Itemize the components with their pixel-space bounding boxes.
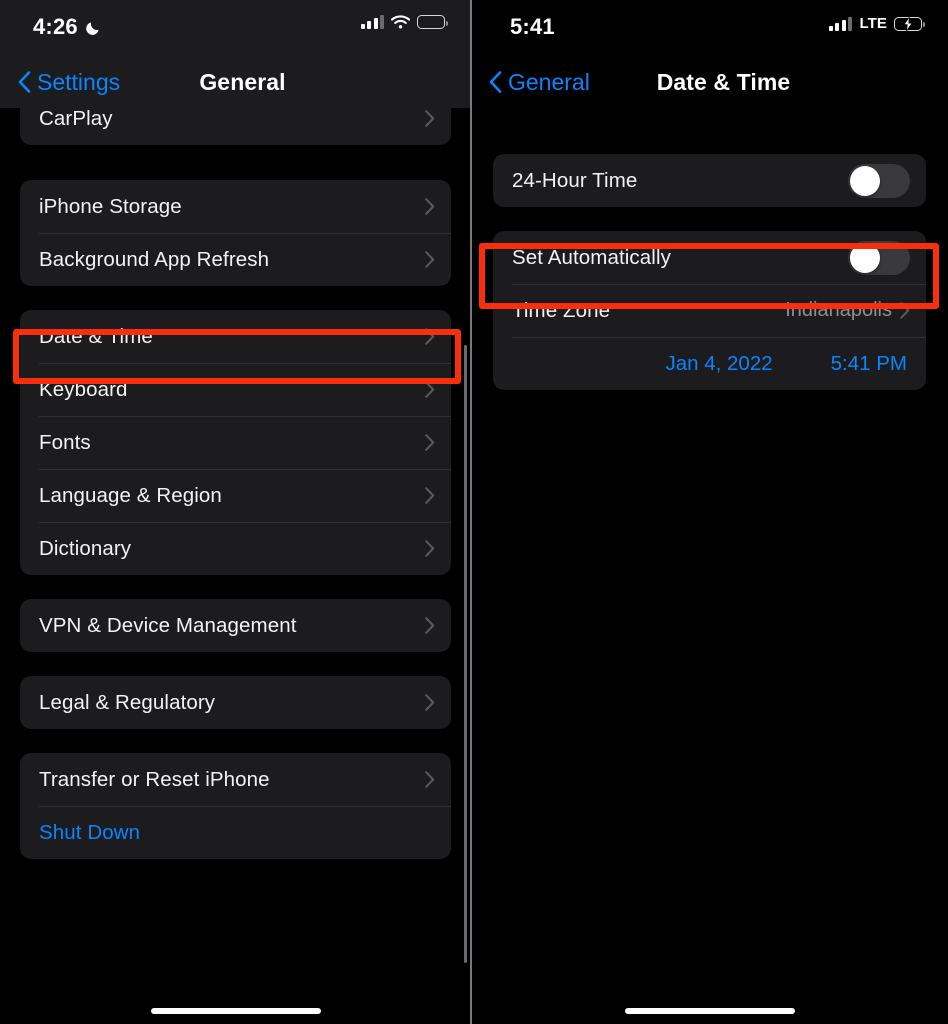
chevron-left-icon: [18, 71, 31, 93]
chevron-right-icon: [425, 540, 435, 557]
dual-phone-screenshot: CarPlay iPhone Storage Background App Re…: [0, 0, 948, 1024]
row-label: Keyboard: [39, 377, 128, 401]
left-phone-screen: CarPlay iPhone Storage Background App Re…: [0, 0, 471, 1024]
chevron-left-icon: [489, 71, 502, 93]
row-label: Language & Region: [39, 483, 222, 507]
toggle-knob: [850, 165, 880, 196]
row-label: 24-Hour Time: [512, 168, 638, 192]
chevron-right-icon: [425, 694, 435, 711]
status-bar-indicators: [360, 15, 448, 29]
chevron-right-icon: [425, 617, 435, 634]
row-label: VPN & Device Management: [39, 613, 297, 637]
row-language-and-region[interactable]: Language & Region: [20, 469, 451, 522]
settings-card-legal: Legal & Regulatory: [20, 676, 451, 729]
battery-low-power-icon: [417, 15, 448, 29]
cellular-signal-icon: [828, 16, 853, 31]
status-bar-time-group: 4:26: [33, 14, 102, 40]
settings-card-24hour: 24-Hour Time: [493, 154, 926, 207]
panel-divider: [470, 0, 472, 1024]
moon-icon: [85, 19, 102, 36]
back-button-label: General: [508, 68, 590, 95]
vertical-scrollbar[interactable]: [463, 345, 467, 963]
settings-card-vpn: VPN & Device Management: [20, 599, 451, 652]
lightning-bolt-icon: [903, 16, 913, 31]
chevron-right-icon: [425, 110, 435, 127]
right-phone-screen: 5:41 LTE General Date & Time 24-Hour Tim…: [471, 0, 948, 1024]
row-keyboard[interactable]: Keyboard: [20, 363, 451, 416]
left-scroll-content[interactable]: CarPlay iPhone Storage Background App Re…: [0, 0, 471, 1024]
row-legal-regulatory[interactable]: Legal & Regulatory: [20, 676, 451, 729]
home-indicator: [150, 1008, 321, 1014]
row-label: Set Automatically: [512, 245, 671, 269]
back-button-general[interactable]: General: [489, 69, 590, 96]
chevron-right-icon: [900, 302, 910, 319]
status-bar-time-group: 5:41: [510, 14, 555, 40]
row-label: Shut Down: [39, 820, 141, 844]
row-time-zone[interactable]: Time Zone Indianapolis: [493, 284, 926, 337]
row-label: CarPlay: [39, 106, 113, 130]
row-set-automatically[interactable]: Set Automatically: [493, 231, 926, 284]
battery-charging-icon: [894, 16, 925, 31]
status-bar-time: 5:41: [510, 14, 555, 39]
left-nav-bar: Settings General: [0, 56, 471, 108]
row-label: Time Zone: [512, 298, 611, 322]
settings-card-localization: Date & Time Keyboard Fonts Language & Re…: [20, 310, 451, 575]
chevron-right-icon: [425, 328, 435, 345]
row-label: Date & Time: [39, 324, 153, 348]
chevron-right-icon: [425, 771, 435, 788]
time-zone-value: Indianapolis: [785, 299, 892, 321]
chevron-right-icon: [425, 381, 435, 398]
row-dictionary[interactable]: Dictionary: [20, 522, 451, 575]
cellular-signal-icon: [360, 15, 384, 29]
right-nav-bar: General Date & Time: [471, 56, 948, 108]
row-date-time-picker[interactable]: Jan 4, 2022 5:41 PM: [493, 337, 926, 390]
chevron-right-icon: [425, 198, 435, 215]
settings-card-storage: iPhone Storage Background App Refresh: [20, 180, 451, 286]
row-24-hour-time[interactable]: 24-Hour Time: [493, 154, 926, 207]
row-label: Dictionary: [39, 536, 132, 560]
row-background-app-refresh[interactable]: Background App Refresh: [20, 233, 451, 286]
wifi-icon: [391, 15, 410, 29]
row-shut-down[interactable]: Shut Down: [20, 806, 451, 859]
row-date-and-time[interactable]: Date & Time: [20, 310, 451, 363]
time-value-button[interactable]: 5:41 PM: [831, 352, 907, 376]
row-iphone-storage[interactable]: iPhone Storage: [20, 180, 451, 233]
chevron-right-icon: [425, 434, 435, 451]
date-value-button[interactable]: Jan 4, 2022: [665, 352, 772, 376]
settings-card-auto-time: Set Automatically Time Zone Indianapolis…: [493, 231, 926, 390]
row-fonts[interactable]: Fonts: [20, 416, 451, 469]
toggle-set-automatically[interactable]: [848, 240, 910, 275]
chevron-right-icon: [425, 487, 435, 504]
row-transfer-or-reset-iphone[interactable]: Transfer or Reset iPhone: [20, 753, 451, 806]
status-bar-indicators: LTE: [828, 15, 925, 32]
row-label: Transfer or Reset iPhone: [39, 767, 270, 791]
settings-card-reset: Transfer or Reset iPhone Shut Down: [20, 753, 451, 859]
toggle-24-hour-time[interactable]: [848, 163, 910, 198]
right-status-bar: 5:41 LTE: [471, 0, 948, 56]
back-button-label: Settings: [37, 68, 121, 95]
chevron-right-icon: [425, 251, 435, 268]
status-bar-time: 4:26: [33, 14, 78, 39]
network-type-label: LTE: [859, 15, 887, 32]
row-label: Background App Refresh: [39, 247, 270, 271]
toggle-knob: [850, 242, 880, 273]
row-label: iPhone Storage: [39, 194, 182, 218]
row-vpn-device-management[interactable]: VPN & Device Management: [20, 599, 451, 652]
row-label: Legal & Regulatory: [39, 690, 216, 714]
back-button-settings[interactable]: Settings: [18, 69, 120, 96]
left-status-bar: 4:26: [0, 0, 471, 56]
row-label: Fonts: [39, 430, 91, 454]
home-indicator: [624, 1008, 795, 1014]
